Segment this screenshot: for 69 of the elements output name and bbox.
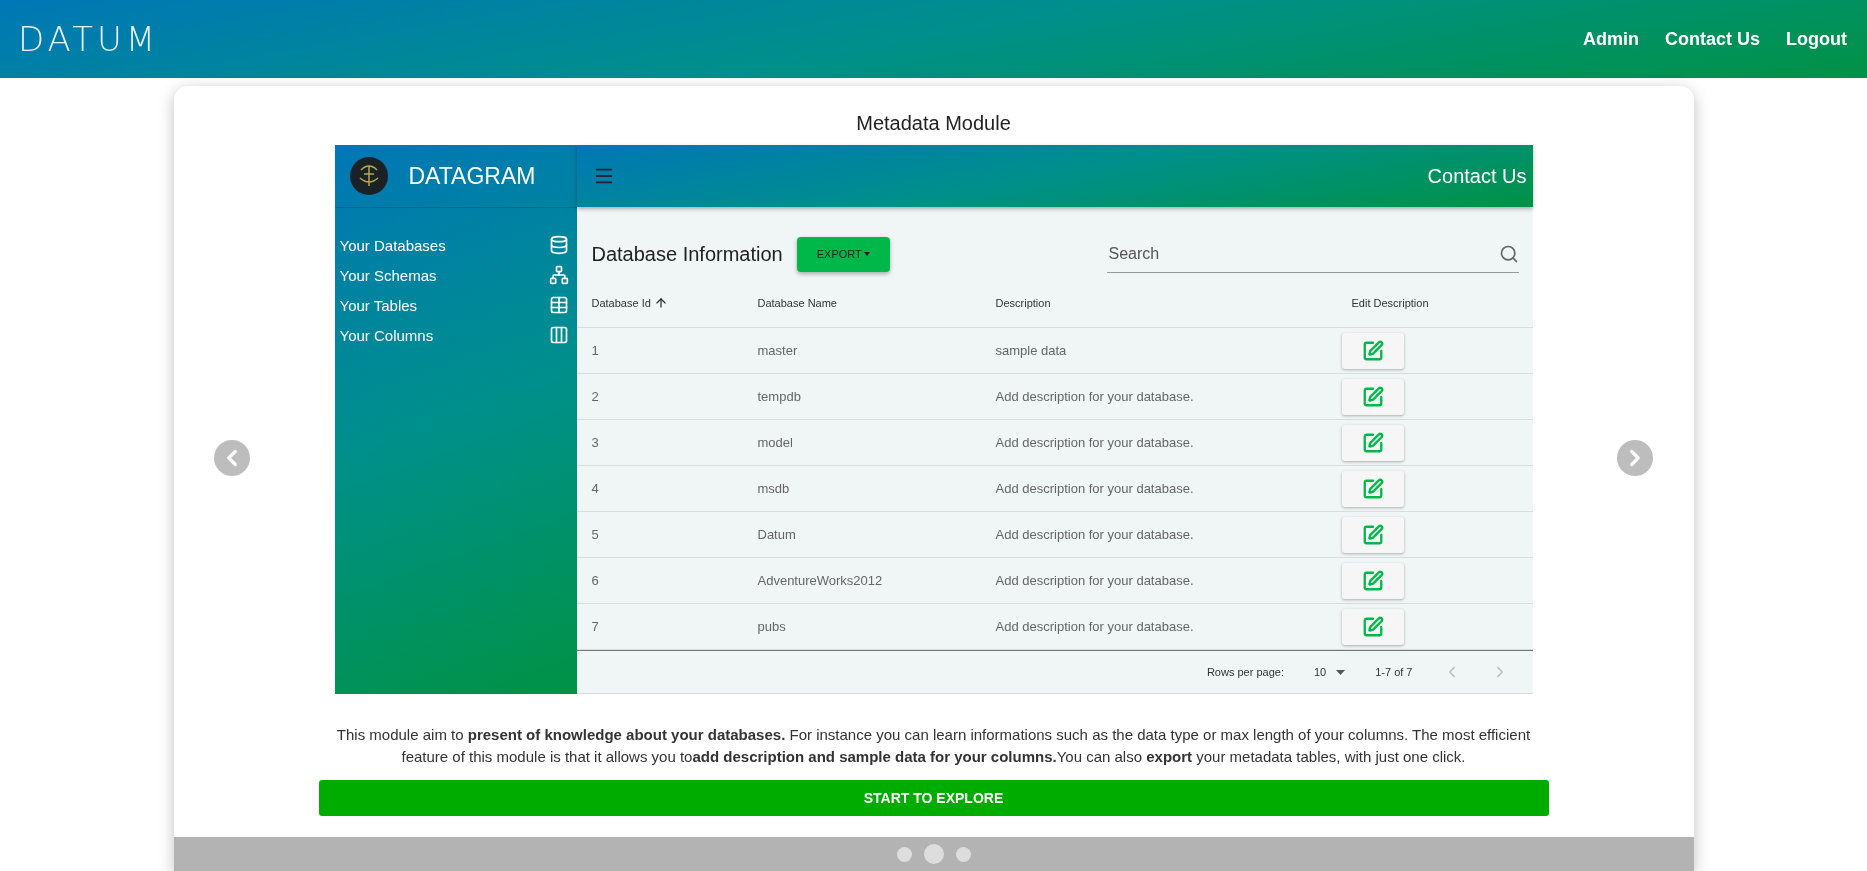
edit-button[interactable] [1341,470,1404,507]
search-icon [1498,243,1519,264]
edit-icon [1361,477,1384,500]
table-cell-text: 4 [591,481,600,496]
edit-icon [1361,385,1384,408]
table-cell-text: 1 [591,343,600,358]
edit-icon [1361,431,1384,454]
table-cell-text: Add description for your database. [995,389,1195,404]
section-title: Database Information [591,242,783,266]
edit-icon [1361,569,1384,592]
page-range: 1-7 of 7 [1375,666,1413,678]
table-cell-text: 3 [591,435,600,450]
table-cell-text: AdventureWorks2012 [757,573,884,588]
column-header[interactable]: Description [995,297,1352,309]
slide-title: Metadata Module [856,112,1011,135]
table-cell-text: Add description for your database. [995,619,1195,634]
export-button[interactable]: EXPORT [796,236,890,272]
edit-button[interactable] [1341,608,1404,645]
schema-icon [548,265,569,285]
table-cell-text: Add description for your database. [995,481,1195,496]
carousel-dot[interactable] [896,846,912,862]
sidebar-item[interactable]: Your Schemas [334,260,577,290]
contact-link[interactable]: Contact Us [1427,164,1527,188]
columns-icon [548,325,569,345]
sidebar-item[interactable]: Your Columns [334,320,577,350]
search-field[interactable]: Search [1106,243,1499,264]
table-cell-text: msdb [757,481,791,496]
caret-icon [1336,669,1346,675]
rows-per-page-label: Rows per page: [1206,666,1284,678]
table-cell-text: Datum [757,527,797,542]
module-description: This module aim to present of knowledge about your databases. For instance you can learn informations such as the data type or max length of your columns. The most efficient feature of this module is that it allows you toadd description and sample data for your columns.You can also export your metadata tables, with just one click. [335,725,1532,767]
carousel-dot[interactable] [955,846,971,862]
table-cell-text: master [757,343,799,358]
carousel-dot[interactable] [923,844,944,864]
edit-icon [1361,523,1384,546]
table-cell-text: sample data [995,343,1068,358]
table-cell-text: 6 [591,573,600,588]
logo: DATUM [18,19,160,59]
table-cell-text: 7 [591,619,600,634]
table-cell-text: Add description for your database. [995,573,1195,588]
edit-icon [1361,339,1384,362]
table-cell-text: Add description for your database. [995,527,1195,542]
edit-button[interactable] [1341,562,1404,599]
database-icon [548,235,569,255]
edit-button[interactable] [1341,332,1404,369]
edit-icon [1361,615,1384,638]
rows-per-page-select[interactable]: 10 [1313,666,1346,678]
nav-link[interactable]: Admin [1583,28,1639,50]
table-cell-text: pubs [757,619,787,634]
caret-icon [863,252,870,256]
edit-button[interactable] [1341,424,1404,461]
sidebar-item[interactable]: Your Tables [334,290,577,320]
edit-button[interactable] [1341,378,1404,415]
table-cell-text: Add description for your database. [995,435,1195,450]
column-header[interactable]: Database Id [591,296,758,310]
table-cell-text: model [757,435,794,450]
edit-button[interactable] [1341,516,1404,553]
app-name: DATAGRAM [408,162,536,190]
table-icon [548,295,569,315]
nav-link[interactable]: Logout [1786,28,1847,50]
table-cell-text: 2 [591,389,600,404]
start-button[interactable]: START TO EXPLORE [318,780,1549,816]
brain-logo-icon [348,156,389,196]
sidebar-item[interactable]: Your Databases [334,230,577,260]
column-header[interactable]: Edit Description [1351,297,1533,309]
table-cell-text: 5 [591,527,600,542]
table-cell-text: tempdb [757,389,802,404]
column-header[interactable]: Database Name [757,297,996,309]
nav-link[interactable]: Contact Us [1665,28,1760,50]
